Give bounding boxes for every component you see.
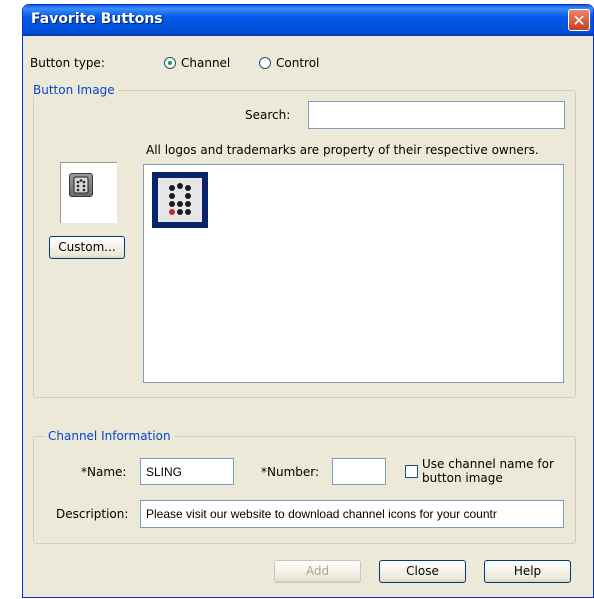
favorite-buttons-dialog: Favorite Buttons ✕ Button type: Channel …: [22, 4, 594, 598]
channel-radio-label[interactable]: Channel: [181, 56, 230, 70]
button-image-legend: Button Image: [30, 83, 118, 97]
window-title: Favorite Buttons: [31, 11, 163, 27]
add-button[interactable]: Add: [274, 560, 361, 583]
logo-list[interactable]: [143, 164, 564, 383]
help-button[interactable]: Help: [484, 560, 571, 583]
remote-control-icon: [158, 178, 202, 222]
control-radio[interactable]: [259, 57, 271, 69]
description-input[interactable]: [140, 500, 564, 528]
name-input[interactable]: [140, 458, 234, 485]
button-image-preview: [60, 162, 117, 223]
use-channel-name-label[interactable]: Use channel name for button image: [422, 457, 554, 485]
custom-button[interactable]: Custom...: [49, 236, 125, 259]
close-icon: ✕: [572, 11, 586, 30]
logo-item-selected[interactable]: [152, 172, 208, 228]
remote-control-icon: [69, 173, 93, 197]
number-input[interactable]: [332, 458, 386, 485]
control-radio-label[interactable]: Control: [276, 56, 319, 70]
number-label: *Number:: [261, 465, 320, 479]
search-input[interactable]: [308, 101, 565, 129]
name-label: *Name:: [81, 465, 127, 479]
use-channel-name-checkbox[interactable]: [405, 465, 418, 478]
logos-disclaimer: All logos and trademarks are property of…: [146, 143, 539, 157]
title-bar: Favorite Buttons ✕: [23, 5, 593, 36]
close-button[interactable]: Close: [379, 560, 466, 583]
channel-radio[interactable]: [164, 57, 176, 69]
channel-info-legend: Channel Information: [45, 429, 174, 443]
button-type-label: Button type:: [30, 56, 105, 70]
search-label: Search:: [245, 108, 291, 122]
close-window-button[interactable]: ✕: [568, 9, 590, 31]
description-label: Description:: [56, 507, 129, 521]
